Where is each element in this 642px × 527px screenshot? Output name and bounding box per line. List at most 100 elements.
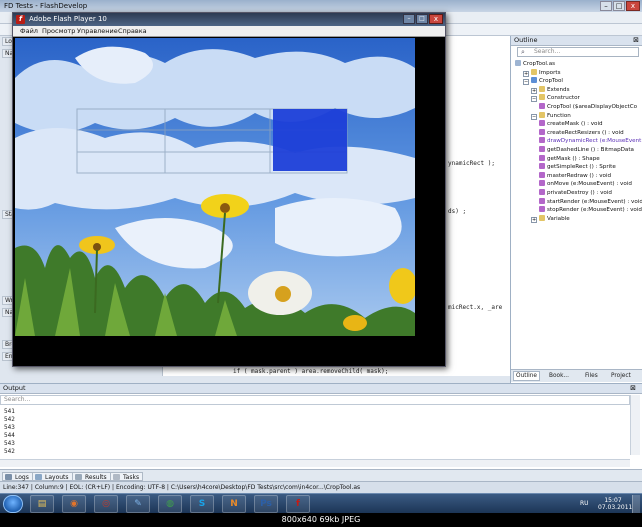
tab-layouts[interactable]: Layouts xyxy=(32,472,73,481)
method-icon xyxy=(539,103,545,109)
expand-icon[interactable]: + xyxy=(523,70,529,77)
method-icon xyxy=(539,163,545,170)
flash-stage[interactable] xyxy=(15,38,415,336)
tab-results[interactable]: Results xyxy=(72,472,111,481)
paint-icon[interactable]: ✎ xyxy=(126,495,150,513)
outline-search-input[interactable]: ⌕ Search... xyxy=(517,47,639,57)
stage-border-right xyxy=(415,38,445,336)
tree-item[interactable]: masterRedraw () : void xyxy=(539,171,612,180)
tree-item[interactable]: privateDestroy () : void xyxy=(539,189,612,197)
tree-item[interactable]: + Imports xyxy=(523,68,561,77)
menu-help[interactable]: Справка xyxy=(118,26,147,37)
menu-file[interactable]: Файл xyxy=(20,26,38,37)
tree-item-label: privateDestroy () : void xyxy=(547,190,612,196)
tab-files[interactable]: Files xyxy=(585,372,598,381)
collapse-icon[interactable]: − xyxy=(531,113,537,120)
flash-close-button[interactable]: x xyxy=(429,14,443,24)
tab-tasks[interactable]: Tasks xyxy=(110,472,144,481)
output-vertical-scrollbar[interactable] xyxy=(630,395,640,455)
tree-item-label: Function xyxy=(547,112,571,119)
crop-selection-rect[interactable] xyxy=(273,109,347,171)
tree-item[interactable]: getDashedLine () : BitmapData xyxy=(539,146,634,154)
tree-item[interactable]: − Function xyxy=(531,111,571,120)
ide-title: FD Tests - FlashDevelop xyxy=(4,2,88,10)
tree-item[interactable]: + Extends xyxy=(531,85,570,94)
ide-titlebar: FD Tests - FlashDevelop – □ x xyxy=(0,0,642,12)
explorer-icon[interactable]: ▤ xyxy=(30,495,54,513)
tree-item[interactable]: drawDynamicRect (e:MouseEvent xyxy=(539,137,641,145)
outline-tabbar: Outline Book... Files Project xyxy=(511,369,642,382)
flash-player-window: f Adobe Flash Player 10 – □ x Файл Просм… xyxy=(12,12,446,367)
tab-bookmarks[interactable]: Book... xyxy=(549,372,569,381)
flash-minimize-button[interactable]: – xyxy=(403,14,415,24)
tree-item[interactable]: startRender (e:MouseEvent) : void xyxy=(539,197,642,206)
output-search-input[interactable]: Search... xyxy=(0,395,630,405)
bottom-tabbar: Logs Layouts Results Tasks xyxy=(0,469,642,481)
log-line: 544 xyxy=(4,432,15,439)
tree-item[interactable]: createRectResizers () : void xyxy=(539,128,624,137)
outline-header: Outline ⊠ xyxy=(511,36,642,46)
tree-item[interactable]: − Constructor xyxy=(531,94,580,103)
menu-control[interactable]: Управление xyxy=(77,26,118,37)
tab-logs-label: Logs xyxy=(15,474,29,481)
tree-item[interactable]: onMove (e:MouseEvent) : void xyxy=(539,180,632,188)
output-horizontal-scrollbar[interactable] xyxy=(0,459,630,467)
expand-icon[interactable]: + xyxy=(531,87,537,94)
code-fragment: ynamicRect ); xyxy=(448,160,495,167)
language-indicator[interactable]: RU xyxy=(580,495,589,513)
tree-item[interactable]: CropTool.as xyxy=(515,60,555,68)
flashplayer-icon[interactable]: f xyxy=(286,495,310,513)
clock-date: 07.03.2011 xyxy=(598,504,633,511)
tree-item-label: masterRedraw () : void xyxy=(547,172,612,179)
tree-item-label: CropTool xyxy=(539,78,563,85)
menu-view[interactable]: Просмотр xyxy=(42,26,75,37)
clock-time: 15:07 xyxy=(604,497,622,504)
ide-maximize-button[interactable]: □ xyxy=(613,1,625,11)
collapse-icon[interactable]: − xyxy=(531,96,537,103)
photoshop-icon[interactable]: Ps xyxy=(254,495,278,513)
clock[interactable]: 15:07 07.03.2011 xyxy=(598,497,633,511)
tree-item[interactable]: stopRender (e:MouseEvent) : void xyxy=(539,206,642,214)
outline-tree: CropTool.as + Imports − CropTool + Extends − Con… xyxy=(511,60,642,256)
close-icon[interactable]: ⊠ xyxy=(630,384,636,393)
method-icon xyxy=(539,146,545,152)
tree-item[interactable]: createMask () : void xyxy=(539,120,603,128)
chrome-icon[interactable]: ◍ xyxy=(158,495,182,513)
log-line: 542 xyxy=(4,448,15,455)
media-icon[interactable]: ◎ xyxy=(94,495,118,513)
tree-item-label: Imports xyxy=(539,69,561,76)
ide-minimize-button[interactable]: – xyxy=(600,1,612,11)
method-icon xyxy=(539,137,545,144)
tree-item[interactable]: + Variable xyxy=(531,214,570,223)
tree-item-label: Extends xyxy=(547,86,570,93)
method-icon xyxy=(539,154,545,161)
collapse-icon[interactable]: − xyxy=(523,79,529,86)
skype-icon[interactable]: S xyxy=(190,495,214,513)
system-tray: RU 15:07 07.03.2011 xyxy=(580,495,640,513)
tree-item-label: createMask () : void xyxy=(547,121,603,128)
flash-title: Adobe Flash Player 10 xyxy=(29,15,107,23)
flashdevelop-icon[interactable]: N xyxy=(222,495,246,513)
log-line: 542 xyxy=(4,416,15,423)
taskbar: RU 15:07 07.03.2011 ▤ ◉ ◎ ✎ ◍ S N Ps f xyxy=(0,493,642,513)
tree-item-label: onMove (e:MouseEvent) : void xyxy=(547,181,632,188)
ide-close-button[interactable]: x xyxy=(626,1,640,11)
tree-item-label: getMask () : Shape xyxy=(547,155,600,162)
tree-item[interactable]: getMask () : Shape xyxy=(539,154,600,163)
flash-maximize-button[interactable]: □ xyxy=(416,14,428,24)
tasks-icon xyxy=(113,474,120,480)
tab-outline[interactable]: Outline xyxy=(513,371,540,381)
show-desktop-button[interactable] xyxy=(632,495,640,513)
tree-item[interactable]: − CropTool xyxy=(523,77,563,86)
expand-icon[interactable]: + xyxy=(531,216,537,223)
outline-title: Outline xyxy=(514,36,538,44)
file-icon xyxy=(515,60,521,66)
tree-item[interactable]: CropTool ($areaDisplayObjectCo xyxy=(539,103,637,111)
tree-item[interactable]: getSimpleRect () : Sprite xyxy=(539,163,616,171)
tab-logs[interactable]: Logs xyxy=(2,472,33,481)
method-icon xyxy=(539,197,545,204)
tab-project[interactable]: Project xyxy=(611,372,631,381)
start-button[interactable] xyxy=(3,495,23,513)
close-icon[interactable]: ⊠ xyxy=(633,36,639,45)
firefox-icon[interactable]: ◉ xyxy=(62,495,86,513)
